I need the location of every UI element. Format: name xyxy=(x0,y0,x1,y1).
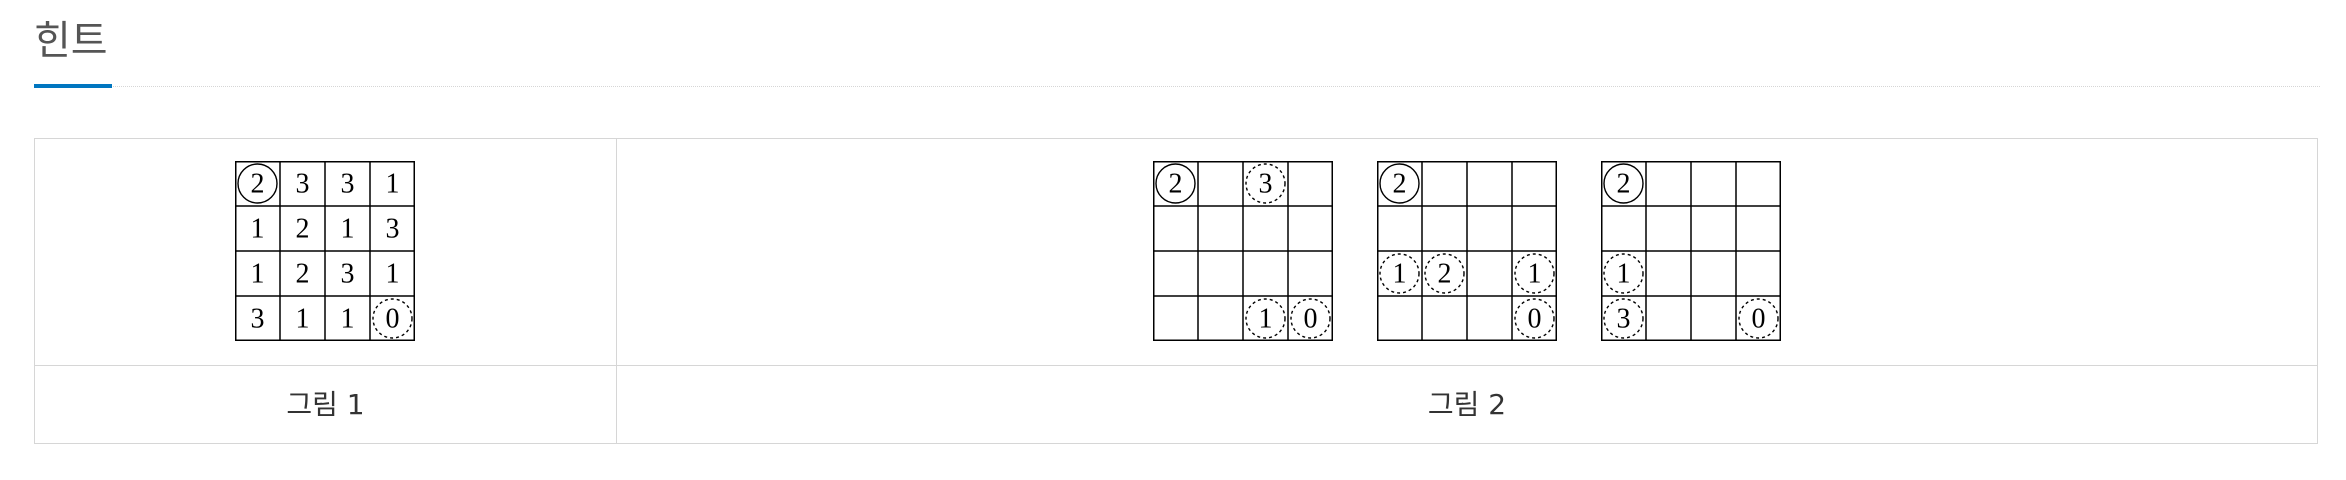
grid-cell-value: 2 xyxy=(1393,169,1407,200)
figure-2-caption: 그림 2 xyxy=(1427,388,1507,421)
grid-cell-value: 3 xyxy=(341,259,355,290)
grid-cell-value: 0 xyxy=(1304,304,1318,335)
grid-cell-value: 2 xyxy=(251,169,265,200)
section-header: 힌트 xyxy=(34,0,2320,90)
grid-cell-value: 0 xyxy=(386,304,400,335)
section-title-underline xyxy=(34,84,112,88)
grid-cell-value: 1 xyxy=(341,304,355,335)
figure-1-caption: 그림 1 xyxy=(286,388,365,421)
figure-2-grid-b: 21 2 10 xyxy=(1377,161,1557,341)
grid-cell-value: 2 xyxy=(1169,169,1183,200)
grid-cell-value: 1 xyxy=(1393,259,1407,290)
grid-cell-value: 1 xyxy=(386,169,400,200)
grid-cell-value: 3 xyxy=(1617,304,1631,335)
grid-cell-value: 3 xyxy=(341,169,355,200)
grid-cell-value: 2 xyxy=(1617,169,1631,200)
figure-1-grid: 2 3 3 11 2 1 31 2 3 13 1 1 0 xyxy=(235,161,415,341)
grid-cell-value: 1 xyxy=(386,259,400,290)
grid-cell-value: 2 xyxy=(296,214,310,245)
grid-cell-value: 1 xyxy=(341,214,355,245)
grid-cell-value: 3 xyxy=(296,169,310,200)
grid-cell-value: 0 xyxy=(1528,304,1542,335)
grid-cell-value: 3 xyxy=(1259,169,1273,200)
figure-2-grid-a: 2 3 1 0 xyxy=(1153,161,1333,341)
grid-cell-value: 2 xyxy=(1438,259,1452,290)
grid-cell-value: 0 xyxy=(1752,304,1766,335)
grid-cell-value: 1 xyxy=(1617,259,1631,290)
grid-cell-value: 3 xyxy=(251,304,265,335)
grid-cell-value: 3 xyxy=(386,214,400,245)
grid-cell-value: 1 xyxy=(251,259,265,290)
section-title: 힌트 xyxy=(34,18,108,64)
grid-cell-value: 2 xyxy=(296,259,310,290)
hint-table: 2331121312313110 2310 21210 2130 그림 1 그림… xyxy=(34,138,2318,444)
grid-cell-value: 1 xyxy=(251,214,265,245)
grid-cell-value: 1 xyxy=(296,304,310,335)
figure-2-grid-c: 2 1 3 0 xyxy=(1601,161,1781,341)
grid-cell-value: 1 xyxy=(1259,304,1273,335)
section-rule xyxy=(34,86,2320,87)
grid-cell-value: 1 xyxy=(1528,259,1542,290)
